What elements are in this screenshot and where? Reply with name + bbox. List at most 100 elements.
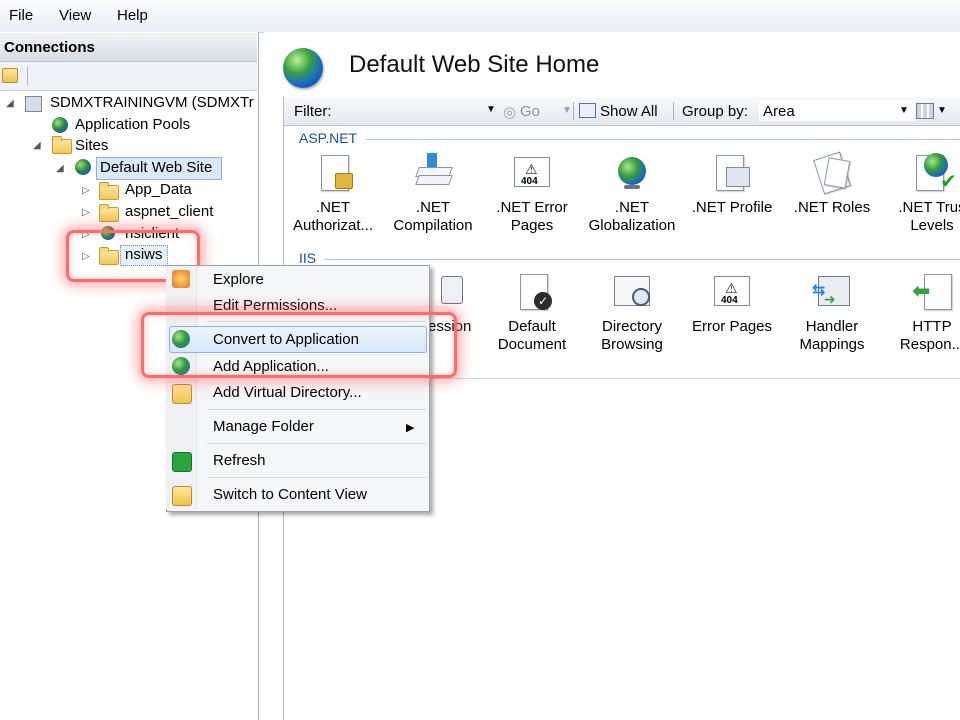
filter-input[interactable] xyxy=(338,100,496,121)
feature-label: HTTP xyxy=(912,318,952,335)
tree-node-app-pools[interactable]: Application Pools xyxy=(75,116,190,133)
feature-label: Levels xyxy=(910,217,954,234)
filter-separator xyxy=(673,102,674,120)
collapse-arrow-icon[interactable]: ◢ xyxy=(6,98,14,109)
feature-default-document[interactable]: ✓ Default Document xyxy=(482,272,582,354)
website-globe-icon xyxy=(283,48,323,88)
feature-label: Pages xyxy=(510,217,554,234)
feature-label: Authorizat... xyxy=(292,217,374,234)
feature-label: .NET xyxy=(315,199,351,216)
handler-arrows-icon: ⇆ ➜ xyxy=(812,272,852,312)
expand-arrow-icon[interactable]: ▷ xyxy=(82,207,90,218)
tree-node-default-site[interactable]: Default Web Site xyxy=(100,159,212,176)
feature-net-authorization[interactable]: .NET Authorizat... xyxy=(283,153,383,235)
sites-folder-icon xyxy=(52,136,72,154)
group-by-value: Area xyxy=(763,103,795,120)
view-mode-dropdown-icon[interactable]: ▼ xyxy=(937,105,947,116)
feature-label: Respon... xyxy=(899,336,960,353)
server-icon xyxy=(25,96,42,112)
feature-label: Error Pages xyxy=(691,318,773,335)
folder-icon xyxy=(99,204,119,222)
profile-icon xyxy=(712,153,752,193)
filter-separator xyxy=(573,102,574,120)
show-all-icon xyxy=(579,103,596,118)
explore-icon xyxy=(172,270,190,288)
context-separator xyxy=(207,409,426,410)
feature-label: .NET Profile xyxy=(691,199,773,216)
section-label-iis: IIS xyxy=(299,250,317,266)
context-item-switch-to-content-view[interactable]: Switch to Content View xyxy=(213,486,367,503)
feature-net-roles[interactable]: .NET Roles xyxy=(782,151,882,217)
website-globe-icon xyxy=(75,159,91,175)
connections-header: Connections xyxy=(0,33,257,62)
tree-node-server[interactable]: SDMXTRAININGVM (SDMXTr xyxy=(50,94,254,111)
submenu-arrow-icon: ▶ xyxy=(406,422,415,434)
filter-label: Filter: xyxy=(294,103,332,120)
section-divider xyxy=(366,139,960,140)
feature-net-profile[interactable]: .NET Profile xyxy=(682,153,782,217)
feature-label: Globalization xyxy=(588,217,676,234)
directory-browse-icon xyxy=(612,272,652,312)
feature-net-compilation[interactable]: .NET Compilation xyxy=(383,153,483,235)
section-label-aspnet: ASP.NET xyxy=(299,130,358,146)
warning-404-icon: ⚠ 404 xyxy=(512,153,552,193)
connections-title: Connections xyxy=(4,39,95,56)
connections-toolbar xyxy=(0,62,257,91)
lock-page-icon xyxy=(313,153,353,193)
feature-net-trust-levels[interactable]: ✔ .NET Trus Levels xyxy=(882,153,960,235)
context-item-add-virtual-directory[interactable]: Add Virtual Directory... xyxy=(213,384,362,401)
group-by-label: Group by: xyxy=(682,103,748,120)
show-all-button[interactable]: Show All xyxy=(600,103,658,120)
feature-label: Default xyxy=(508,318,556,335)
app-pools-icon xyxy=(52,117,68,133)
feature-net-error-pages[interactable]: ⚠ 404 .NET Error Pages xyxy=(482,153,582,235)
view-mode-icon[interactable] xyxy=(916,103,934,119)
group-by-select[interactable]: Area ▼ xyxy=(759,100,915,121)
feature-label: .NET Trus xyxy=(898,199,960,216)
context-item-manage-folder[interactable]: Manage Folder xyxy=(213,418,314,435)
expand-arrow-icon[interactable]: ▷ xyxy=(82,185,90,196)
refresh-icon xyxy=(172,452,192,472)
feature-handler-mappings[interactable]: ⇆ ➜ Handler Mappings xyxy=(782,272,882,354)
connect-icon[interactable] xyxy=(2,68,18,83)
tree-node-aspnet-client[interactable]: aspnet_client xyxy=(125,203,213,220)
http-response-icon: ⬅ xyxy=(912,272,952,312)
globe-check-icon: ✔ xyxy=(912,153,957,193)
feature-label: Document xyxy=(497,336,567,353)
context-separator xyxy=(207,443,426,444)
annotation-highlight-menu xyxy=(141,312,457,378)
feature-directory-browsing[interactable]: Directory Browsing xyxy=(582,272,682,354)
feature-http-response[interactable]: ⬅ HTTP Respon... xyxy=(882,272,960,354)
go-button[interactable]: Go xyxy=(520,103,540,120)
chevron-down-icon: ▼ xyxy=(899,105,909,116)
feature-error-pages[interactable]: ⚠ 404 Error Pages xyxy=(682,272,782,336)
folder-icon xyxy=(99,182,119,200)
feature-label: Browsing xyxy=(601,336,663,353)
feature-label: Mappings xyxy=(799,336,865,353)
menu-help[interactable]: Help xyxy=(117,7,148,24)
collapse-arrow-icon[interactable]: ◢ xyxy=(56,163,64,174)
tree-node-app-data[interactable]: App_Data xyxy=(125,181,192,198)
go-binoculars-icon: ◎ xyxy=(503,104,517,121)
warning-404-icon: ⚠ 404 xyxy=(712,272,752,312)
menu-file[interactable]: File xyxy=(9,7,33,24)
collapse-arrow-icon[interactable]: ◢ xyxy=(33,140,41,151)
context-item-refresh[interactable]: Refresh xyxy=(213,452,266,469)
download-stack-icon xyxy=(413,153,453,193)
filter-dropdown-icon[interactable]: ▼ xyxy=(486,104,496,115)
feature-label: Handler xyxy=(805,318,859,335)
tree-node-sites[interactable]: Sites xyxy=(75,137,108,154)
feature-net-globalization[interactable]: .NET Globalization xyxy=(582,153,682,235)
feature-label: .NET xyxy=(415,199,451,216)
feature-label: Directory xyxy=(601,318,662,335)
context-item-explore[interactable]: Explore xyxy=(213,271,264,288)
menu-view[interactable]: View xyxy=(59,7,91,24)
context-separator xyxy=(207,477,426,478)
document-check-icon: ✓ xyxy=(512,272,552,312)
add-virtual-directory-icon xyxy=(172,384,192,404)
feature-label: .NET xyxy=(614,199,650,216)
roles-icon xyxy=(812,151,852,195)
menu-bar: File View Help xyxy=(0,0,960,33)
go-dropdown-icon[interactable]: ▼ xyxy=(562,105,572,116)
filter-bar: Filter: ▼ ◎ Go ▼ Show All Group by: Area… xyxy=(284,97,960,126)
